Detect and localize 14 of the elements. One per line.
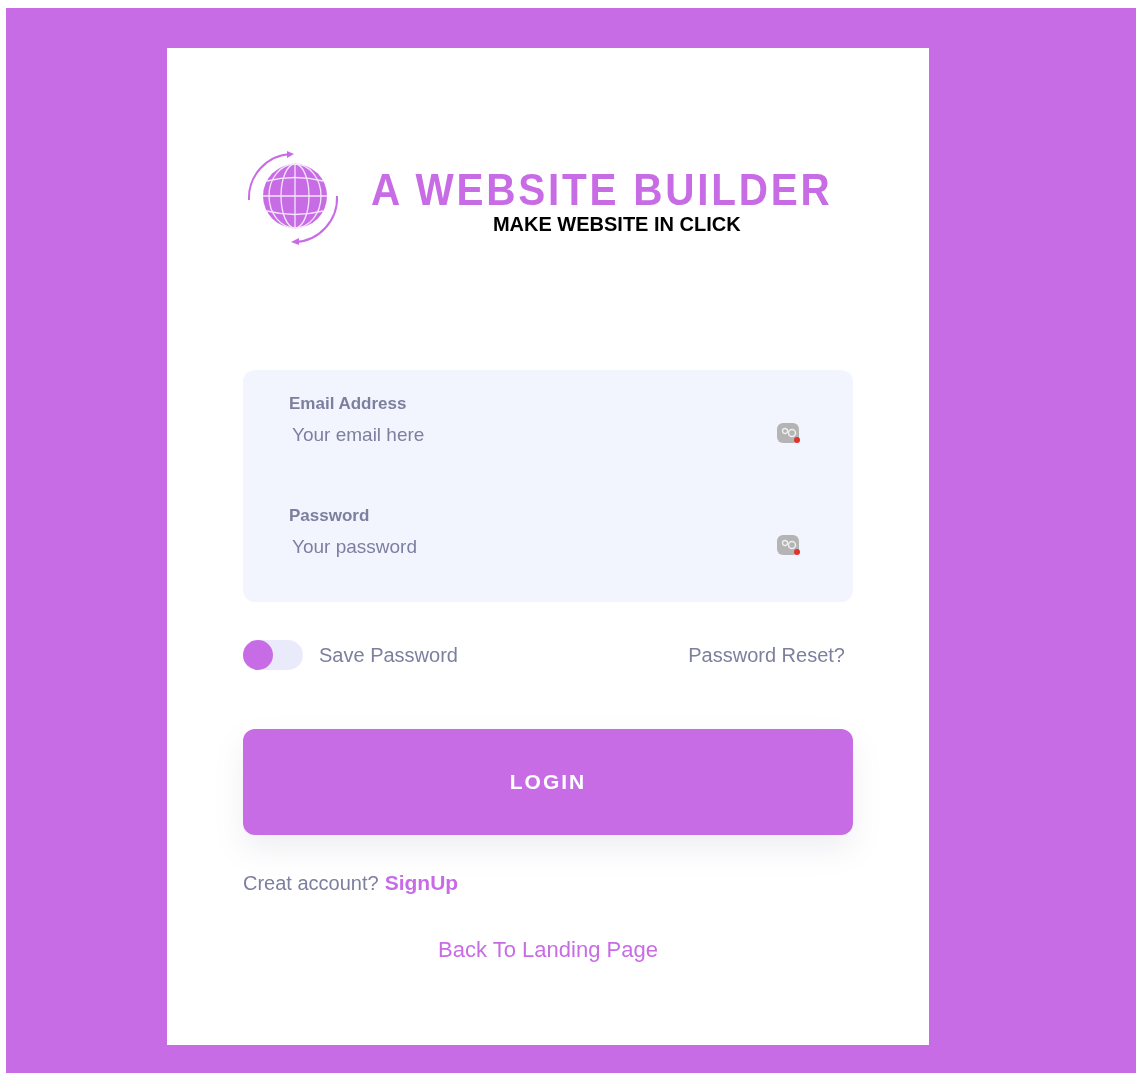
login-button[interactable]: LOGIN [243, 729, 853, 835]
input-field[interactable]: Your email here [289, 422, 777, 448]
globe-logo-icon [245, 150, 341, 246]
toggle-switch[interactable] [243, 640, 303, 670]
field-label: Password [289, 506, 371, 526]
password-reset-link[interactable]: Password Reset? [688, 643, 845, 667]
signup-link[interactable]: SignUp [384, 871, 459, 895]
toggle-label: Save Password [319, 643, 458, 667]
field-label: Email Address [289, 394, 408, 414]
input-field[interactable]: Your password [289, 534, 777, 560]
signup-prompt: Creat account? [243, 872, 379, 895]
logo-title: A WEBSITE BUILDER [371, 167, 833, 213]
logo-tagline: MAKE WEBSITE IN CLICK [492, 213, 741, 235]
back-link[interactable]: Back To Landing Page [438, 937, 658, 963]
